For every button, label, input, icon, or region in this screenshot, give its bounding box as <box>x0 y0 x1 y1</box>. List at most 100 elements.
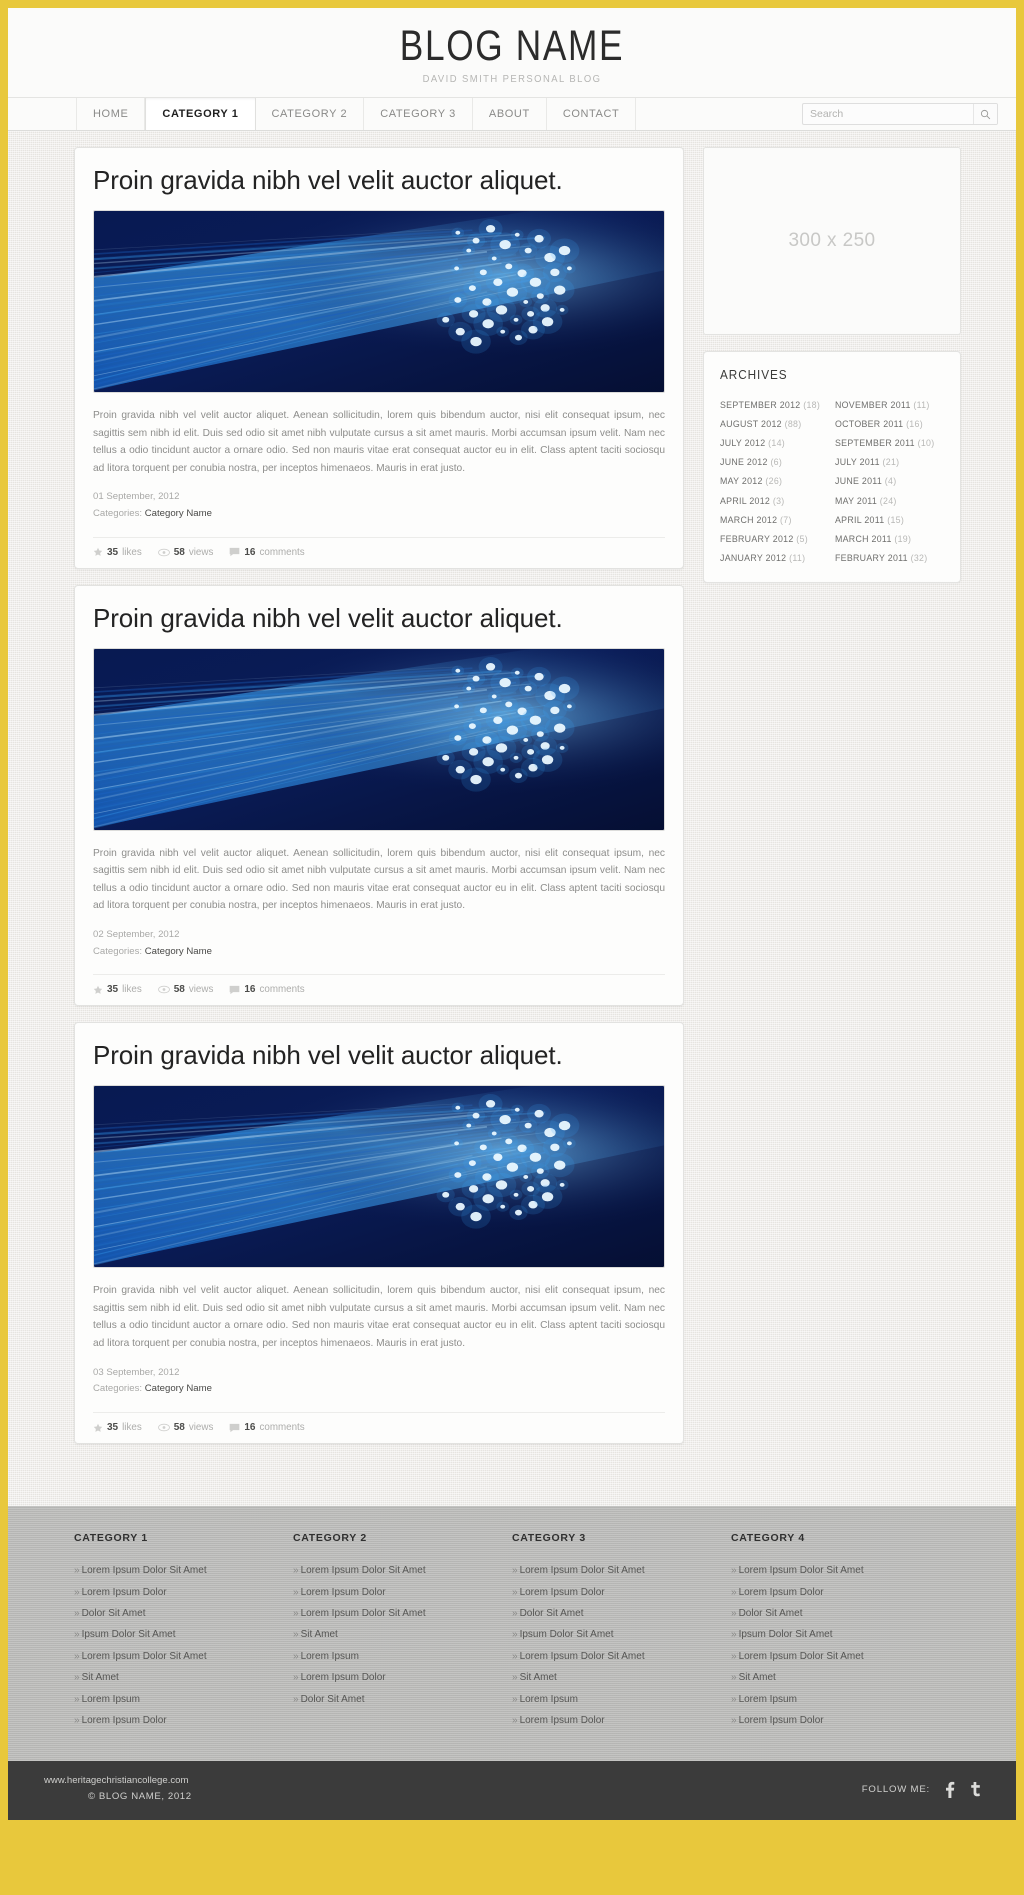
category-link[interactable]: Category Name <box>145 508 212 519</box>
archive-link[interactable]: MARCH 2012 (7) <box>720 510 825 529</box>
post-title[interactable]: Proin gravida nibh vel velit auctor aliq… <box>93 165 665 196</box>
category-link[interactable]: Category Name <box>145 946 212 957</box>
footer-link[interactable]: » Ipsum Dolor Sit Amet <box>512 1624 709 1645</box>
footer-link[interactable]: » Lorem Ipsum Dolor Sit Amet <box>293 1560 490 1581</box>
post-title[interactable]: Proin gravida nibh vel velit auctor aliq… <box>93 1041 665 1071</box>
search-input[interactable] <box>803 104 973 125</box>
ad-placeholder[interactable]: 300 x 250 <box>703 147 961 336</box>
archive-link[interactable]: APRIL 2011 (15) <box>835 510 940 529</box>
chevron-right-icon: » <box>293 1586 299 1598</box>
archive-link[interactable]: JANUARY 2012 (11) <box>720 549 825 568</box>
footer-link[interactable]: » Dolor Sit Amet <box>731 1603 928 1624</box>
footer-link[interactable]: » Lorem Ipsum Dolor Sit Amet <box>74 1560 271 1581</box>
footer-link[interactable]: » Lorem Ipsum Dolor Sit Amet <box>731 1560 928 1581</box>
archive-link[interactable]: JULY 2011 (21) <box>835 453 940 472</box>
archive-link[interactable]: MARCH 2011 (19) <box>835 529 940 548</box>
likes-stat[interactable]: 35 likes <box>93 547 142 558</box>
footer-link[interactable]: » Lorem Ipsum <box>512 1688 709 1709</box>
search-button[interactable] <box>973 104 997 125</box>
footer-link[interactable]: » Lorem Ipsum Dolor <box>74 1710 271 1731</box>
archive-count: (88) <box>784 418 802 429</box>
footer-link[interactable]: » Sit Amet <box>731 1667 928 1688</box>
footer-link[interactable]: » Lorem Ipsum Dolor <box>74 1581 271 1602</box>
star-icon <box>93 985 103 994</box>
footer-link[interactable]: » Dolor Sit Amet <box>293 1688 490 1709</box>
nav-item-category-3[interactable]: CATEGORY 3 <box>364 98 473 131</box>
footer-link-label: Ipsum Dolor Sit Amet <box>738 1629 833 1641</box>
nav-item-contact[interactable]: CONTACT <box>547 98 637 131</box>
comments-stat[interactable]: 16 comments <box>229 984 305 995</box>
nav-item-category-2[interactable]: CATEGORY 2 <box>256 98 365 131</box>
footer-link[interactable]: » Lorem Ipsum <box>293 1646 490 1667</box>
archive-link[interactable]: FEBRUARY 2012 (5) <box>720 529 825 548</box>
archive-link[interactable]: JULY 2012 (14) <box>720 434 825 453</box>
footer-link[interactable]: » Lorem Ipsum Dolor Sit Amet <box>512 1560 709 1581</box>
footer-link[interactable]: » Lorem Ipsum <box>731 1688 928 1709</box>
post-featured-image[interactable] <box>93 647 665 831</box>
footer-link-label: Lorem Ipsum Dolor Sit Amet <box>81 1650 207 1662</box>
comments-label: comments <box>259 546 305 558</box>
footer-link[interactable]: » Lorem Ipsum Dolor <box>512 1581 709 1602</box>
footer-link-label: Dolor Sit Amet <box>81 1608 146 1619</box>
comments-stat[interactable]: 16 comments <box>229 1422 305 1433</box>
search-box[interactable] <box>802 103 998 126</box>
post-card: Proin gravida nibh vel velit auctor aliq… <box>74 1022 684 1445</box>
archive-link[interactable]: AUGUST 2012 (88) <box>720 414 825 433</box>
footer-link[interactable]: » Lorem Ipsum Dolor Sit Amet <box>293 1603 490 1624</box>
chevron-right-icon: » <box>731 1565 737 1577</box>
main-navigation: HOME CATEGORY 1 CATEGORY 2 CATEGORY 3 ABOUT C… <box>8 98 1016 132</box>
archive-link[interactable]: JUNE 2011 (4) <box>835 472 940 491</box>
footer-link[interactable]: » Lorem Ipsum Dolor Sit Amet <box>512 1646 709 1667</box>
views-stat[interactable]: 58 views <box>157 1422 213 1433</box>
footer-link[interactable]: » Lorem Ipsum <box>74 1688 271 1709</box>
footer-link-label: Ipsum Dolor Sit Amet <box>519 1629 614 1641</box>
archive-link[interactable]: APRIL 2012 (3) <box>720 491 825 510</box>
site-frame: BLOG NAME DAVID SMITH PERSONAL BLOG HOME… <box>8 8 1016 1820</box>
archive-count: (10) <box>917 438 935 449</box>
archive-link[interactable]: JUNE 2012 (6) <box>720 453 825 472</box>
archive-link[interactable]: SEPTEMBER 2011 (10) <box>835 434 940 453</box>
views-stat[interactable]: 58 views <box>157 984 213 995</box>
footer-link[interactable]: » Dolor Sit Amet <box>512 1603 709 1624</box>
comment-icon <box>230 985 240 995</box>
footer-link-label: Sit Amet <box>81 1672 119 1684</box>
archive-link[interactable]: SEPTEMBER 2012 (18) <box>720 395 825 414</box>
website-url[interactable]: www.heritagechristiancollege.com <box>44 1773 192 1789</box>
copyright-block: www.heritagechristiancollege.com © BLOG … <box>44 1773 192 1806</box>
archive-link[interactable]: MAY 2011 (24) <box>835 491 940 510</box>
post-title[interactable]: Proin gravida nibh vel velit auctor aliq… <box>93 603 665 634</box>
facebook-icon[interactable] <box>939 1778 959 1800</box>
footer-link[interactable]: » Lorem Ipsum Dolor Sit Amet <box>74 1646 271 1667</box>
nav-item-home[interactable]: HOME <box>76 98 146 131</box>
footer-link[interactable]: » Lorem Ipsum Dolor <box>293 1667 490 1688</box>
archive-link[interactable]: NOVEMBER 2011 (11) <box>835 395 940 414</box>
footer-link[interactable]: » Sit Amet <box>293 1624 490 1645</box>
footer-link[interactable]: » Ipsum Dolor Sit Amet <box>74 1624 271 1645</box>
eye-icon <box>157 1423 170 1432</box>
archive-link[interactable]: OCTOBER 2011 (16) <box>835 414 940 433</box>
category-link[interactable]: Category Name <box>145 1383 212 1394</box>
archive-label: MARCH 2012 <box>720 514 778 525</box>
footer-link[interactable]: » Lorem Ipsum Dolor <box>731 1710 928 1731</box>
footer-link[interactable]: » Sit Amet <box>74 1667 271 1688</box>
archives-title: ARCHIVES <box>720 368 788 383</box>
nav-item-about[interactable]: ABOUT <box>473 98 547 131</box>
footer-link[interactable]: » Lorem Ipsum Dolor <box>293 1581 490 1602</box>
footer-link[interactable]: » Lorem Ipsum Dolor <box>512 1710 709 1731</box>
footer-link[interactable]: » Ipsum Dolor Sit Amet <box>731 1624 928 1645</box>
footer-link-label: Lorem Ipsum Dolor <box>519 1586 605 1598</box>
archive-link[interactable]: FEBRUARY 2011 (32) <box>835 549 940 568</box>
post-featured-image[interactable] <box>93 1085 665 1269</box>
footer-link[interactable]: » Dolor Sit Amet <box>74 1603 271 1624</box>
comments-stat[interactable]: 16 comments <box>229 546 305 558</box>
nav-item-category-1[interactable]: CATEGORY 1 <box>145 98 256 131</box>
footer-link[interactable]: » Sit Amet <box>512 1667 709 1688</box>
footer-link[interactable]: » Lorem Ipsum Dolor Sit Amet <box>731 1646 928 1667</box>
likes-stat[interactable]: 35 likes <box>93 1422 142 1433</box>
archive-link[interactable]: MAY 2012 (26) <box>720 472 825 491</box>
likes-stat[interactable]: 35 likes <box>93 984 142 995</box>
footer-link[interactable]: » Lorem Ipsum Dolor <box>731 1581 928 1602</box>
post-featured-image[interactable] <box>93 210 665 394</box>
views-stat[interactable]: 58 views <box>157 547 213 558</box>
twitter-icon[interactable] <box>966 1778 986 1800</box>
